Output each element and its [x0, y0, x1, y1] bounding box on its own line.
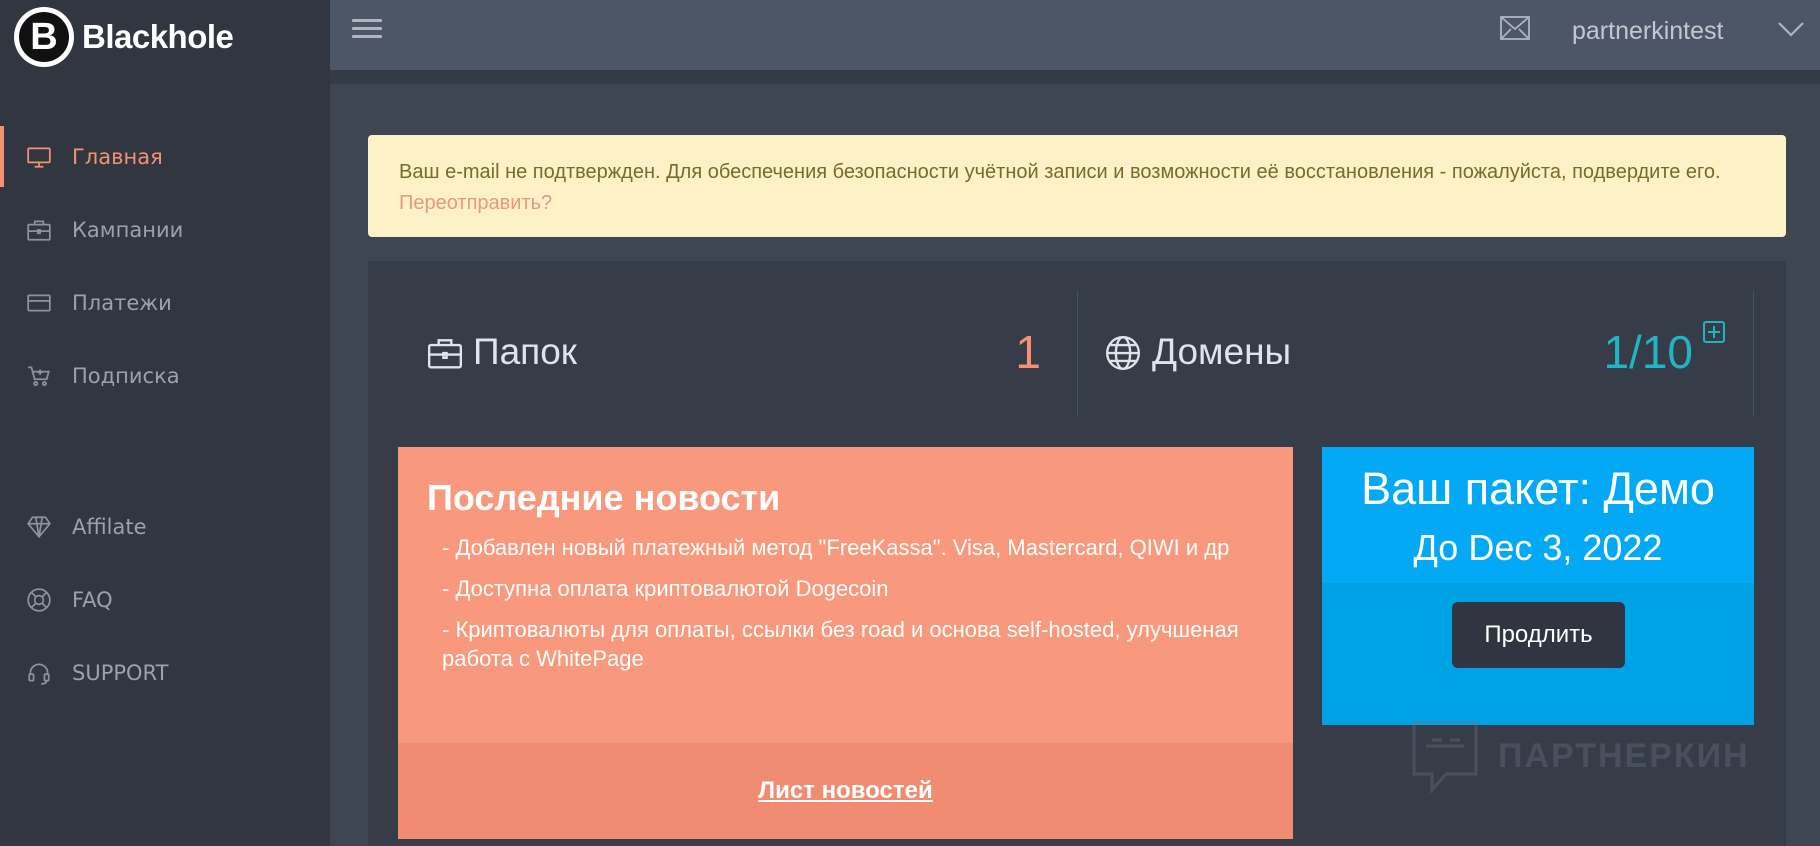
- add-domain-icon[interactable]: [1703, 321, 1725, 343]
- logo-badge: B: [14, 7, 74, 67]
- news-list-link[interactable]: Лист новостей: [758, 777, 933, 805]
- brand-logo[interactable]: B Blackhole: [14, 6, 234, 68]
- credit-card-icon: [26, 290, 52, 316]
- sidebar: B Blackhole Главная Кампании Платежи Под…: [0, 0, 330, 846]
- sidebar-item-label: FAQ: [72, 587, 113, 612]
- sidebar-item-label: Affilate: [72, 514, 147, 539]
- diamond-icon: [26, 514, 52, 540]
- sidebar-item-support[interactable]: SUPPORT: [0, 636, 330, 709]
- sidebar-nav: Главная Кампании Платежи Подписка Affila…: [0, 120, 330, 709]
- brand-name: Blackhole: [82, 18, 234, 55]
- alert-message: Ваш e-mail не подтвержден. Для обеспечен…: [399, 161, 1721, 183]
- folders-label: Папок: [473, 331, 577, 372]
- hamburger-menu-icon[interactable]: [352, 14, 382, 44]
- news-list: - Добавлен новый платежный метод "FreeKa…: [442, 533, 1242, 685]
- domains-stat: Домены 1/10: [1078, 291, 1754, 416]
- email-unverified-alert: Ваш e-mail не подтвержден. Для обеспечен…: [368, 135, 1786, 237]
- news-title: Последние новости: [427, 477, 781, 518]
- watermark-text: ПАРТНЕРКИН: [1498, 736, 1750, 775]
- watermark: ПАРТНЕРКИН: [1410, 716, 1750, 796]
- sidebar-item-affiliate[interactable]: Affilate: [0, 490, 330, 563]
- sidebar-item-label: Подписка: [72, 363, 180, 388]
- folders-stat: Папок 1: [368, 291, 1078, 416]
- news-item: - Криптовалюты для оплаты, ссылки без ro…: [442, 617, 1239, 671]
- package-title: Ваш пакет: Демо: [1361, 463, 1715, 514]
- package-card: Ваш пакет: Демо До Dec 3, 2022 Продлить: [1322, 447, 1754, 725]
- sidebar-item-faq[interactable]: FAQ: [0, 563, 330, 636]
- monitor-icon: [26, 144, 52, 170]
- sidebar-item-home[interactable]: Главная: [0, 120, 330, 193]
- resend-link[interactable]: Переотправить?: [399, 192, 552, 214]
- domains-label: Домены: [1152, 331, 1292, 372]
- folders-count: 1: [1015, 326, 1041, 378]
- globe-icon: [1105, 335, 1141, 371]
- sidebar-item-label: Платежи: [72, 290, 172, 315]
- news-footer: Лист новостей: [398, 743, 1293, 839]
- extend-button[interactable]: Продлить: [1452, 602, 1625, 668]
- sidebar-item-label: Главная: [72, 144, 163, 169]
- package-expiry: До Dec 3, 2022: [1413, 527, 1663, 568]
- mail-icon[interactable]: [1500, 16, 1530, 40]
- sidebar-item-campaigns[interactable]: Кампании: [0, 193, 330, 266]
- logo-letter: B: [19, 12, 69, 62]
- domains-count: 1/10: [1603, 326, 1693, 378]
- user-menu[interactable]: partnerkintest: [1572, 17, 1723, 46]
- sidebar-item-label: SUPPORT: [72, 660, 169, 685]
- news-card: Последние новости - Добавлен новый плате…: [398, 447, 1293, 839]
- chevron-down-icon[interactable]: [1776, 18, 1806, 40]
- cart-icon: [26, 363, 52, 389]
- sidebar-item-label: Кампании: [72, 217, 184, 242]
- news-item: - Доступна оплата криптовалютой Dogecoin: [442, 576, 889, 601]
- top-bar: partnerkintest: [330, 0, 1820, 84]
- sidebar-item-subscription[interactable]: Подписка: [0, 339, 330, 412]
- lifebuoy-icon: [26, 587, 52, 613]
- briefcase-icon: [26, 217, 52, 243]
- briefcase-icon: [427, 339, 463, 369]
- news-item: - Добавлен новый платежный метод "FreeKa…: [442, 535, 1230, 560]
- sidebar-item-payments[interactable]: Платежи: [0, 266, 330, 339]
- watermark-logo-icon: [1412, 720, 1478, 794]
- headset-icon: [26, 660, 52, 686]
